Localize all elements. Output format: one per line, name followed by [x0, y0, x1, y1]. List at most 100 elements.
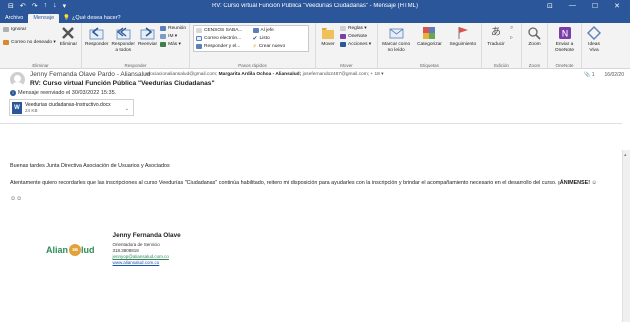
tags-group: Marcar como no leído Categorizar Seguimi… [378, 23, 482, 69]
delete-group: Ignorar Correo no deseado ▾ Eliminar Eli… [0, 23, 82, 69]
quick-step-item[interactable]: ✔ Listo [252, 35, 307, 42]
chevron-down-icon[interactable]: ⌄ [125, 106, 129, 112]
recipients-line[interactable]: asociacionaliansalud@gmail.com; Margarit… [145, 72, 384, 77]
rules-icon [340, 25, 346, 31]
svg-text:N: N [561, 30, 568, 40]
body-bold-callout: ¡ÁNIMENSE! [558, 180, 591, 186]
quick-step-item[interactable]: Correo electrón... [196, 35, 250, 41]
move-button[interactable]: Mover [319, 25, 337, 48]
quick-step-item[interactable]: CENSOS SABA... [196, 27, 250, 33]
reply-icon [89, 25, 105, 41]
avatar[interactable] [10, 72, 25, 87]
ignore-button[interactable]: Ignorar [3, 26, 56, 32]
zoom-button[interactable]: Zoom [525, 25, 544, 48]
categorize-icon [421, 25, 437, 41]
redo-icon[interactable]: ↷ [32, 2, 38, 10]
quick-step-item[interactable]: ⚡ Crear nuevo [252, 43, 307, 50]
message-header: Jenny Fernanda Olave Pardo - Aliansalud … [0, 69, 630, 124]
recipient-list: asociacionaliansalud@gmail.com; [145, 72, 218, 77]
more-respond-button[interactable]: Más ▾ [160, 41, 186, 47]
followup-button[interactable]: Seguimiento [448, 25, 478, 48]
onenote-move-button[interactable]: OneNote [340, 33, 371, 39]
ribbon: Ignorar Correo no deseado ▾ Eliminar Eli… [0, 23, 630, 69]
maximize-button[interactable]: ☐ [592, 2, 598, 10]
reply-button[interactable]: Responder [85, 25, 108, 48]
lightning-icon: ⚡ [252, 43, 257, 50]
recipient-list-more: josefernando2467@gmail.com; + 18 ▾ [302, 72, 384, 77]
delete-group-label: Eliminar [32, 63, 49, 68]
minimize-button[interactable]: — [569, 2, 576, 10]
signature-web-link[interactable]: www.aliansalud.com.co [113, 260, 181, 266]
onenote-group: N Enviar a OneNote OneNote [548, 23, 582, 69]
mark-unread-button[interactable]: Marcar como no leído [381, 25, 411, 53]
scroll-up-icon[interactable]: ▴ [624, 152, 627, 158]
sender-name[interactable]: Jenny Fernanda Olave Pardo - Aliansalud [30, 71, 150, 78]
title-bar: ⊟ ↶ ↷ ↑ ↓ ▾ RV: Curso virtual Función Pú… [0, 0, 630, 12]
quick-steps-group: CENSOS SABA... Al jefe Correo electrón..… [190, 23, 316, 69]
tab-archivo[interactable]: Archivo [0, 14, 28, 23]
attachment-card[interactable]: W Veedurias ciudadanas-Instructivo.docx … [9, 99, 134, 116]
check-icon: ✔ [252, 35, 258, 42]
save-icon[interactable]: ⊟ [8, 2, 14, 10]
tell-me-box[interactable]: 💡 ¿Qué desea hacer? [59, 15, 124, 23]
move-group: Mover Reglas ▾ OneNote Acciones ▾ Mover [316, 23, 378, 69]
quick-step-item[interactable]: Responder y el... [196, 43, 250, 49]
signature-name: Jenny Fernanda Olave [112, 232, 181, 239]
calendar-icon [160, 25, 167, 31]
rules-button[interactable]: Reglas ▾ [340, 25, 371, 31]
tab-mensaje[interactable]: Mensaje [28, 14, 60, 23]
delete-button[interactable]: Eliminar [59, 25, 78, 48]
viva-group: Ideas Viva [582, 23, 606, 69]
email-icon [196, 35, 202, 41]
vertical-scrollbar[interactable]: ▴ [622, 150, 630, 322]
reply-all-button[interactable]: Responder a todos [111, 25, 135, 53]
flag-icon [455, 25, 471, 41]
forward-icon [140, 25, 156, 41]
message-body: Buenas tardes Junta Directiva Asociación… [0, 124, 622, 322]
respond-group-label: Responder [124, 63, 147, 68]
forward-button[interactable]: Reenviar [138, 25, 157, 48]
logo-badge-icon: sa [69, 244, 82, 256]
close-button[interactable]: ✕ [614, 2, 620, 10]
customize-toolbar-icon[interactable]: ▾ [63, 2, 67, 10]
respond-group: Responder Responder a todos Reenviar Reu… [82, 23, 190, 69]
quick-steps-label: Pasos rápidos [238, 63, 267, 68]
message-subject: RV: Curso virtual Función Pública "Veedu… [30, 80, 215, 87]
attachment-name: Veedurias ciudadanas-Instructivo.docx [25, 102, 111, 108]
smile-icon: ☺ [591, 180, 598, 186]
categorize-button[interactable]: Categorizar [414, 25, 444, 48]
ribbon-display-icon[interactable]: ⊡ [547, 2, 553, 10]
actions-button[interactable]: Acciones ▾ [340, 41, 371, 47]
send-to-onenote-button[interactable]: N Enviar a OneNote [551, 25, 578, 53]
previous-item-icon[interactable]: ↑ [44, 2, 48, 10]
chat-icon [160, 33, 167, 39]
viva-icon [586, 25, 602, 41]
quick-steps-gallery: CENSOS SABA... Al jefe Correo electrón..… [193, 25, 309, 52]
viva-insights-button[interactable]: Ideas Viva [585, 25, 603, 53]
find-icon[interactable]: ⌕ [510, 25, 513, 32]
signature: Alian sa lud Jenny Fernanda Olave Orientad… [46, 232, 181, 266]
aliansalud-logo: Alian sa lud [46, 244, 95, 256]
forward-note: i Mensaje reenviado el 30/03/2022 15:35. [10, 90, 116, 96]
reply-all-icon [115, 25, 131, 41]
onenote-send-icon: N [557, 25, 573, 41]
editing-group: あ Traducir ⌕ ▹ Edición [482, 23, 522, 69]
translate-button[interactable]: あ Traducir [485, 25, 507, 48]
more-icon [160, 41, 167, 47]
quick-access-toolbar: ⊟ ↶ ↷ ↑ ↓ ▾ [0, 2, 110, 10]
onenote-group-label: OneNote [555, 63, 574, 68]
header-meta: 📎 1 16/02/20 [584, 72, 624, 78]
junk-button[interactable]: Correo no deseado ▾ [3, 39, 56, 45]
to-manager-icon [252, 27, 259, 33]
select-icon[interactable]: ▹ [510, 34, 513, 41]
attachment-size: 24 KB [25, 108, 38, 113]
actions-icon [340, 41, 346, 47]
undo-icon[interactable]: ↶ [20, 2, 26, 10]
tags-group-label: Etiquetas [420, 63, 439, 68]
quick-step-item[interactable]: Al jefe [252, 27, 307, 33]
body-paragraph: Atentamente quiero recordarles que las i… [10, 180, 598, 186]
meeting-button[interactable]: Reunión [160, 25, 186, 31]
next-item-icon[interactable]: ↓ [53, 2, 57, 10]
im-button[interactable]: IM ▾ [160, 33, 186, 39]
ribbon-tabs: Archivo Mensaje 💡 ¿Qué desea hacer? [0, 12, 630, 23]
